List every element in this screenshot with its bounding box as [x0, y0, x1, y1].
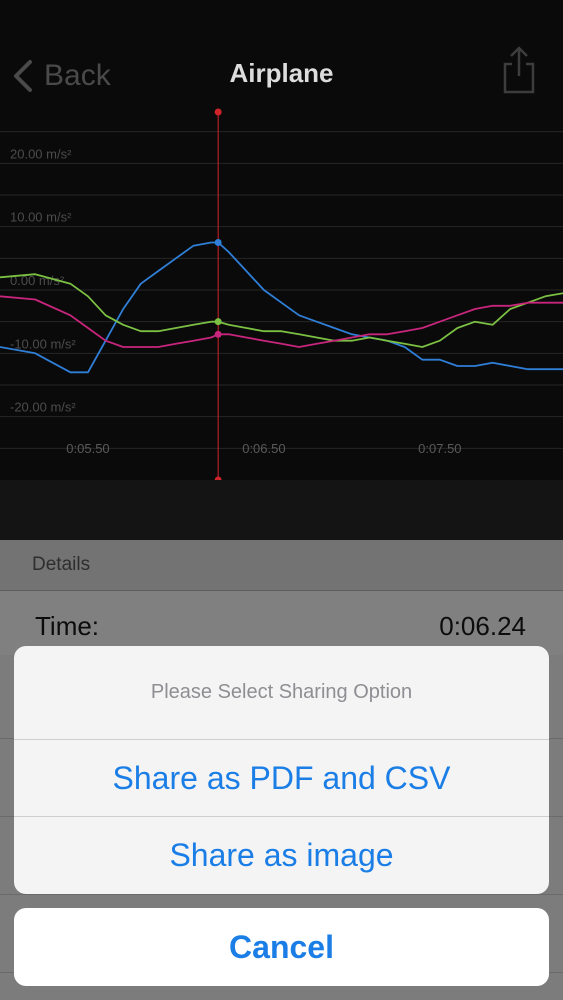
row-divider [0, 894, 563, 895]
share-icon[interactable] [501, 46, 537, 96]
cancel-button[interactable]: Cancel [14, 908, 549, 986]
acceleration-chart[interactable]: 20.00 m/s²10.00 m/s²0.00 m/s²-10.00 m/s²… [0, 100, 563, 500]
y-tick-label: -10.00 m/s² [10, 336, 76, 351]
x-tick-label: 0:07.50 [418, 441, 461, 456]
y-tick-label: 10.00 m/s² [10, 210, 72, 225]
details-header-label: Details [32, 554, 91, 575]
y-tick-label: -20.00 m/s² [10, 400, 76, 415]
series-line-1 [0, 273, 563, 348]
x-tick-label: 0:06.50 [242, 441, 285, 456]
page-title: Airplane [229, 58, 334, 88]
time-value: 0:06.24 [439, 611, 526, 641]
series-cursor-point-0 [214, 239, 222, 246]
series-line-0 [0, 241, 563, 374]
cursor-handle-top [214, 108, 222, 116]
graph-area: Back Airplane 20.00 m/s² 10.00 m/s² 0.00 m… [0, 0, 563, 540]
chart-footer [0, 480, 563, 540]
x-tick-label: 0:05.50 [66, 441, 109, 456]
share-pdf-csv-button[interactable]: Share as PDF and CSV [14, 739, 549, 817]
action-sheet-title: Please Select Sharing Option [150, 681, 413, 703]
screen: Back Airplane 20.00 m/s² 10.00 m/s² 0.00 m… [0, 0, 563, 1000]
time-label: Time: [35, 611, 100, 641]
share-action-sheet: Please Select Sharing Option Share as PD… [14, 646, 549, 894]
series-cursor-point-1 [214, 318, 222, 326]
series-cursor-point-2 [214, 330, 222, 338]
details-header: Details [0, 540, 563, 591]
y-tick-label: 20.00 m/s² [10, 146, 72, 161]
share-image-button[interactable]: Share as image [14, 816, 549, 894]
